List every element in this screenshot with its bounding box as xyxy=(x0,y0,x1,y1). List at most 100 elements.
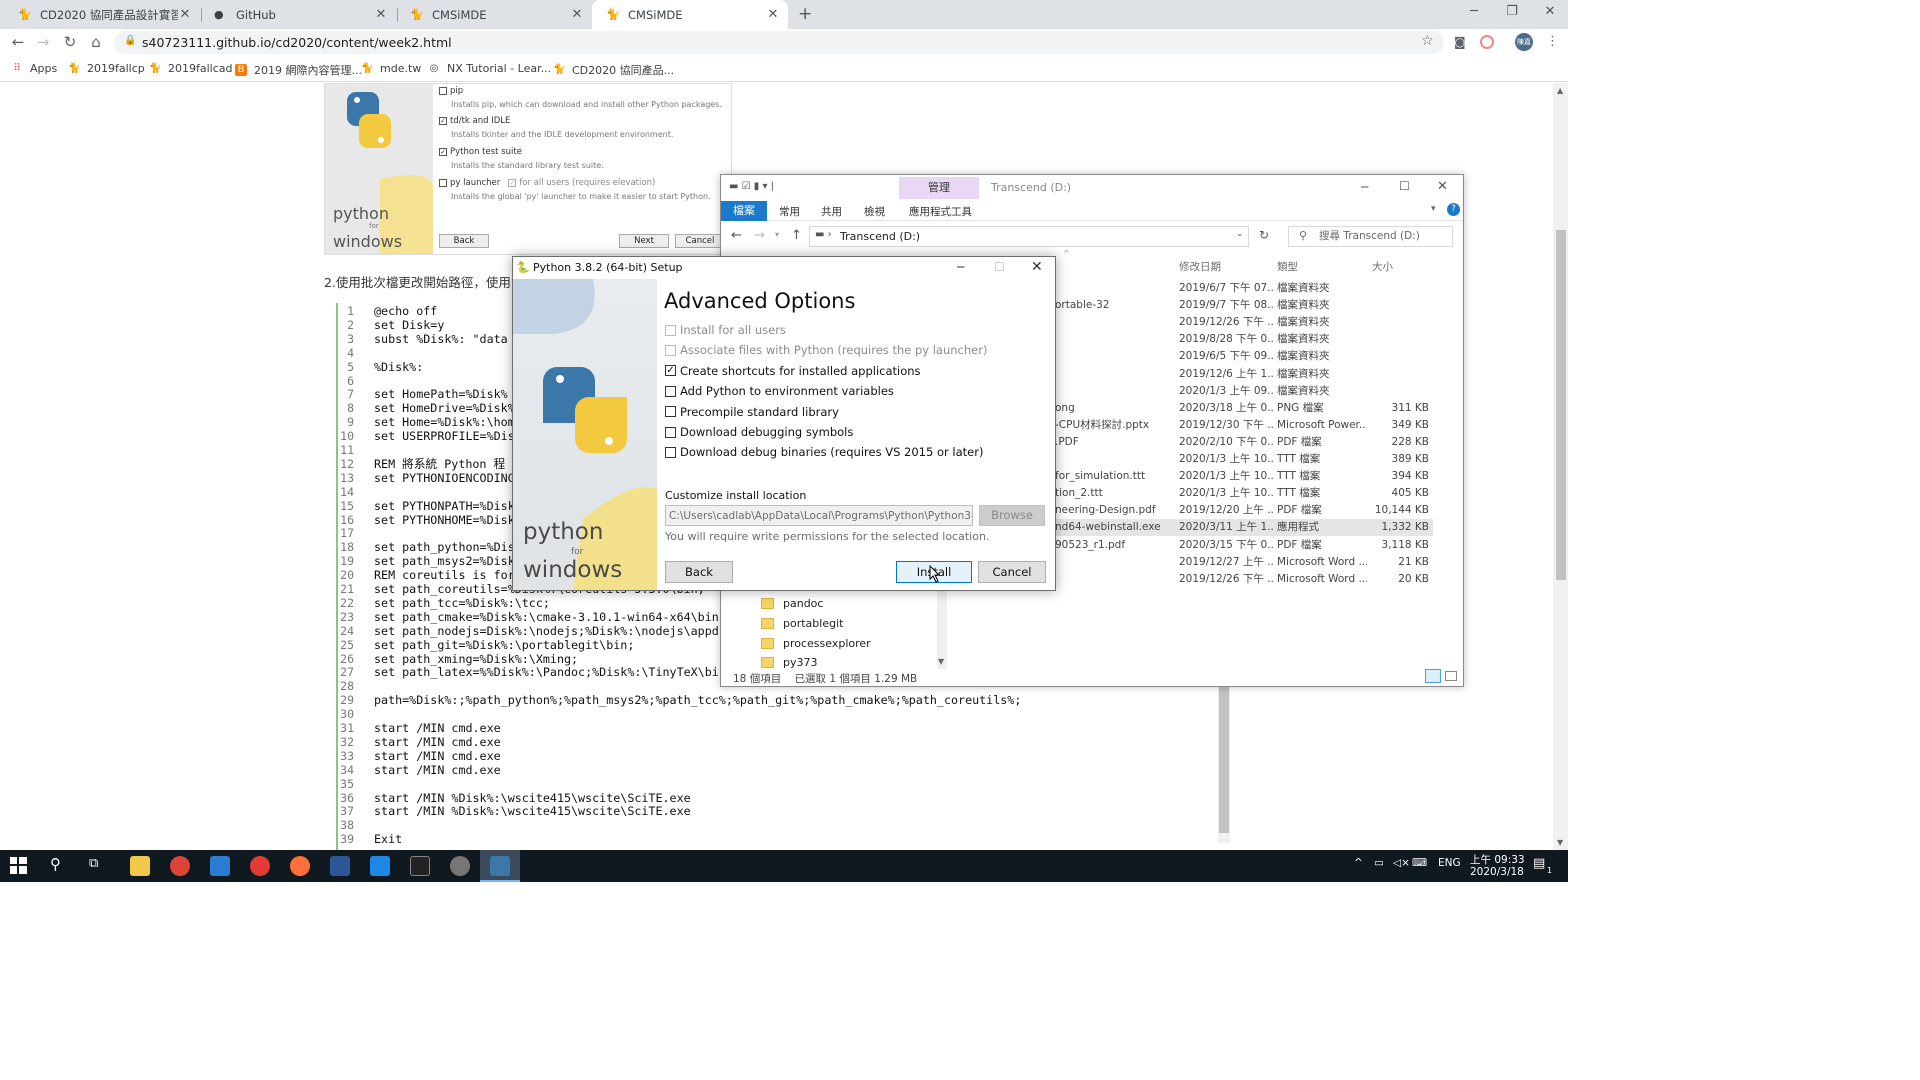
install-location-input[interactable] xyxy=(665,505,973,526)
back-arrow-icon[interactable]: ← xyxy=(731,228,742,243)
edge-taskbar-icon[interactable] xyxy=(370,856,390,876)
checkbox[interactable] xyxy=(665,406,676,418)
checkbox[interactable] xyxy=(665,446,676,458)
page-scrollbar-thumb[interactable] xyxy=(1556,230,1566,580)
tree-item-processexplorer[interactable]: processexplorer xyxy=(761,637,871,650)
bookmark-nx-tutorial[interactable]: ◎ NX Tutorial - Lear... xyxy=(428,62,551,75)
file-row[interactable]: tion_2.ttt 2020/1/3 上午 10... TTT 檔案 405 KB xyxy=(1047,485,1433,502)
home-icon[interactable]: ⌂ xyxy=(86,33,106,51)
file-explorer-taskbar-icon[interactable] xyxy=(130,856,150,876)
close-window-icon[interactable]: ✕ xyxy=(1535,4,1565,19)
code-scrollbar-thumb[interactable] xyxy=(1219,683,1229,833)
file-row[interactable]: nd64-webinstall.exe 2020/3/11 上午 1... 應用程式… xyxy=(1047,519,1433,537)
close-window-icon[interactable]: ✕ xyxy=(1437,179,1448,194)
scroll-up-icon[interactable]: ▲ xyxy=(1557,86,1563,95)
tab-share[interactable]: 共用 xyxy=(821,204,842,219)
tab-cd2020[interactable]: 🐈 CD2020 協同產品設計實習 ✕ xyxy=(4,0,200,29)
tab-github[interactable]: ● GitHub ✕ xyxy=(200,0,396,29)
file-tab[interactable]: 檔案 xyxy=(721,201,767,221)
file-row[interactable]: 2019/12/6 上午 1... 檔案資料夾 xyxy=(1047,366,1433,383)
help-icon[interactable]: ? xyxy=(1447,203,1460,216)
bookmark-star-icon[interactable]: ☆ xyxy=(1421,33,1434,49)
close-tab-icon[interactable]: ✕ xyxy=(570,7,584,22)
option-2[interactable]: ✓ Create shortcuts for installed applicat… xyxy=(665,364,921,378)
reload-icon[interactable]: ↻ xyxy=(60,33,80,51)
network-icon[interactable]: ▭ xyxy=(1374,857,1384,869)
tab-home[interactable]: 常用 xyxy=(779,204,800,219)
checkbox[interactable] xyxy=(665,385,676,397)
file-row[interactable]: ong 2020/3/18 上午 0... PNG 檔案 311 KB xyxy=(1047,400,1433,417)
search-icon[interactable]: ⚲ xyxy=(50,855,61,873)
tray-chevron-icon[interactable]: ^ xyxy=(1354,857,1363,869)
file-row[interactable]: 2020/1/3 上午 10... TTT 檔案 389 KB xyxy=(1047,451,1433,468)
column-size[interactable]: 大小 xyxy=(1372,259,1393,274)
chrome-canary-taskbar-icon[interactable] xyxy=(250,856,270,876)
chrome-taskbar-icon[interactable] xyxy=(170,856,190,876)
address-dropdown-icon[interactable]: ⌄ xyxy=(1236,229,1244,239)
tree-item-portablegit[interactable]: portablegit xyxy=(761,617,843,630)
option-6[interactable]: Download debug binaries (requires VS 201… xyxy=(665,445,983,459)
browse-button[interactable]: Browse xyxy=(979,505,1045,526)
windows-start-icon[interactable] xyxy=(10,857,27,874)
file-row[interactable]: .PDF 2020/2/10 下午 0... PDF 檔案 228 KB xyxy=(1047,434,1433,451)
tree-item-pandoc[interactable]: pandoc xyxy=(761,597,823,610)
option-3[interactable]: Add Python to environment variables xyxy=(665,384,894,398)
tab-app-tools[interactable]: 應用程式工具 xyxy=(909,204,972,219)
bookmark-mde[interactable]: 🐈 mde.tw xyxy=(361,62,421,75)
minimize-icon[interactable]: ─ xyxy=(1459,4,1489,19)
camera-extension-icon[interactable]: ◙ xyxy=(1454,35,1466,49)
file-row[interactable]: for_simulation.ttt 2020/1/3 上午 10... TTT 檔… xyxy=(1047,468,1433,485)
powershell-taskbar-icon[interactable] xyxy=(330,856,350,876)
quick-access-toolbar-icons[interactable]: ▬ ☑ ▮ ▾ | xyxy=(729,181,774,192)
volume-icon[interactable]: ◁× xyxy=(1393,857,1410,869)
scroll-down-icon[interactable]: ▼ xyxy=(1557,838,1563,847)
column-type[interactable]: 類型 xyxy=(1277,259,1298,274)
terminal-taskbar-icon[interactable] xyxy=(410,856,430,876)
explorer-search-input[interactable]: 搜尋 Transcend (D:) xyxy=(1288,226,1453,247)
file-row[interactable]: 2020/1/3 上午 09... 檔案資料夾 xyxy=(1047,383,1433,400)
notification-icon[interactable]: ▤ xyxy=(1533,856,1545,871)
restore-icon[interactable]: ❐ xyxy=(1497,4,1527,19)
ribbon-expand-icon[interactable]: ▾ xyxy=(1431,204,1436,214)
file-row[interactable]: 2019/12/27 上午 ... Microsoft Word ... 21 KB xyxy=(1047,554,1433,571)
file-row[interactable]: 2019/8/28 下午 0... 檔案資料夾 xyxy=(1047,331,1433,348)
bookmark-apps[interactable]: ⠿ Apps xyxy=(11,62,57,75)
app-taskbar-icon[interactable] xyxy=(210,856,230,876)
option-5[interactable]: Download debugging symbols xyxy=(665,425,853,439)
keyboard-icon[interactable]: ⌨ xyxy=(1412,857,1427,869)
column-date[interactable]: 修改日期 xyxy=(1179,259,1221,274)
back-arrow-icon[interactable]: ← xyxy=(8,33,28,51)
file-row[interactable]: ortable-32 2019/9/7 下午 08... 檔案資料夾 xyxy=(1047,297,1433,314)
tab-cmsimde-active[interactable]: 🐈 CMSiMDE ✕ xyxy=(592,0,788,29)
tab-cmsimde-1[interactable]: 🐈 CMSiMDE ✕ xyxy=(396,0,592,29)
file-row[interactable]: 2019/6/5 下午 09... 檔案資料夾 xyxy=(1047,348,1433,365)
file-row[interactable]: 2019/6/7 下午 07... 檔案資料夾 xyxy=(1047,280,1433,297)
bookmark-cd2020[interactable]: 🐈 CD2020 協同產品... xyxy=(553,62,674,78)
forward-arrow-icon[interactable]: → xyxy=(754,228,765,243)
tree-item-py373[interactable]: py373 xyxy=(761,656,818,669)
file-row[interactable]: 90523_r1.pdf 2020/3/15 下午 0... PDF 檔案 3,118… xyxy=(1047,537,1433,554)
minimize-icon[interactable]: ─ xyxy=(957,260,964,274)
close-tab-icon[interactable]: ✕ xyxy=(766,7,780,22)
file-row[interactable]: -CPU材料探討.pptx 2019/12/30 下午 ... Microsoft … xyxy=(1047,417,1433,434)
up-arrow-icon[interactable]: ↑ xyxy=(791,228,802,243)
new-tab-button[interactable]: + xyxy=(798,4,812,24)
close-tab-icon[interactable]: ✕ xyxy=(374,7,388,22)
language-indicator[interactable]: ENG xyxy=(1438,857,1461,869)
app-taskbar-icon-2[interactable] xyxy=(450,856,470,876)
back-button[interactable]: Back xyxy=(665,561,733,583)
file-row[interactable]: neering-Design.pdf 2019/12/20 上午 ... PDF 檔… xyxy=(1047,502,1433,519)
file-row[interactable]: 2019/12/26 下午 ... Microsoft Word ... 20 KB xyxy=(1047,571,1433,588)
scroll-down-icon[interactable]: ▼ xyxy=(938,657,944,666)
task-view-icon[interactable]: ⧉ xyxy=(89,856,98,871)
forward-arrow-icon[interactable]: → xyxy=(33,33,53,51)
checkbox[interactable]: ✓ xyxy=(665,365,676,377)
explorer-address-bar[interactable]: Transcend (D:) xyxy=(809,226,1249,247)
checkbox[interactable] xyxy=(665,426,676,438)
bookmark-2019fallcad[interactable]: 🐈 2019fallcad xyxy=(149,62,233,75)
profile-avatar[interactable]: 陳嘉 xyxy=(1515,33,1533,51)
bookmark-2019fallcp[interactable]: 🐈 2019fallcp xyxy=(68,62,145,75)
option-4[interactable]: Precompile standard library xyxy=(665,405,839,419)
minimize-icon[interactable]: ─ xyxy=(1361,180,1368,194)
close-tab-icon[interactable]: ✕ xyxy=(178,7,192,22)
